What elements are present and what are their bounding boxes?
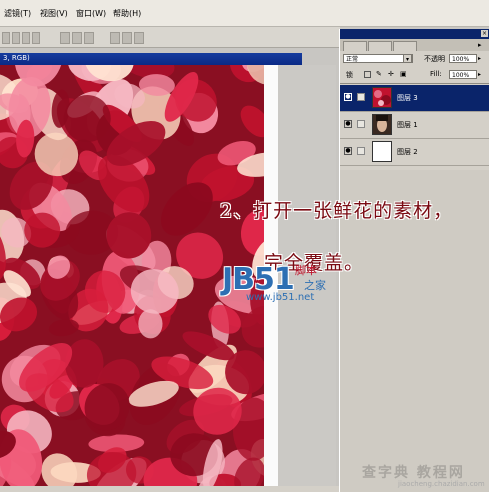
lock-all-icon[interactable]: ▣ bbox=[400, 71, 407, 78]
align-icon[interactable] bbox=[22, 32, 30, 44]
layer-thumbnail bbox=[372, 114, 392, 135]
opacity-label: 不透明 bbox=[424, 55, 445, 63]
distribute-icon[interactable] bbox=[134, 32, 144, 44]
fill-field[interactable]: 100% bbox=[449, 70, 477, 79]
tool-options-bar bbox=[0, 27, 340, 48]
lock-paint-icon[interactable]: ✎ bbox=[376, 71, 383, 78]
menu-window[interactable]: 窗口(W) bbox=[76, 8, 106, 19]
eye-icon[interactable]: ● bbox=[344, 93, 352, 101]
lock-transparency-icon[interactable] bbox=[364, 71, 371, 78]
align-icon[interactable] bbox=[12, 32, 20, 44]
layer-row-2[interactable]: ● 图层 2 bbox=[340, 139, 489, 166]
align-icon[interactable] bbox=[2, 32, 10, 44]
menu-help[interactable]: 帮助(H) bbox=[113, 8, 141, 19]
distribute-icon[interactable] bbox=[122, 32, 132, 44]
lock-move-icon[interactable]: ✛ bbox=[388, 71, 395, 78]
close-icon[interactable]: × bbox=[481, 30, 488, 37]
opacity-field[interactable]: 100% bbox=[449, 54, 477, 63]
distribute-icon[interactable] bbox=[84, 32, 94, 44]
distribute-icon[interactable] bbox=[60, 32, 70, 44]
chevron-right-icon[interactable]: ▸ bbox=[478, 71, 481, 78]
panel-tabs: ▸ bbox=[340, 39, 489, 51]
layer-thumbnail bbox=[372, 87, 392, 108]
tutorial-text-line1: 2、打开一张鲜花的素材， bbox=[220, 200, 454, 222]
panel-title-bar[interactable]: × bbox=[340, 29, 489, 39]
chevron-down-icon[interactable]: ▾ bbox=[403, 54, 412, 63]
tab-paths[interactable] bbox=[393, 41, 417, 51]
rose-petal bbox=[240, 105, 264, 138]
menu-view[interactable]: 视图(V) bbox=[40, 8, 68, 19]
panel-menu-icon[interactable]: ▸ bbox=[478, 41, 486, 49]
fill-label: Fill: bbox=[430, 70, 442, 78]
link-icon[interactable] bbox=[357, 120, 365, 128]
watermark-bottom-url: jiaocheng.chazidian.com bbox=[398, 480, 485, 488]
watermark-url: www.jb51.net bbox=[246, 292, 315, 303]
document-title-bar[interactable]: 3, RGB) bbox=[0, 53, 302, 65]
document-title: 3, RGB) bbox=[3, 54, 30, 62]
watermark-sub1: 脚本 bbox=[295, 264, 317, 277]
divider bbox=[340, 83, 489, 84]
menu-bar: 滤镜(T) 视图(V) 窗口(W) 帮助(H) bbox=[0, 0, 489, 27]
align-icon[interactable] bbox=[32, 32, 40, 44]
tab-layers[interactable] bbox=[343, 41, 367, 51]
layer-name: 图层 2 bbox=[397, 148, 418, 156]
status-bar bbox=[0, 486, 339, 492]
eye-icon[interactable]: ● bbox=[344, 120, 352, 128]
distribute-icon[interactable] bbox=[72, 32, 82, 44]
watermark-sub2: 之家 bbox=[304, 279, 326, 292]
chevron-right-icon[interactable]: ▸ bbox=[478, 55, 481, 62]
layer-name: 图层 3 bbox=[397, 94, 418, 102]
watermark-bottom: 查字典 教程网 bbox=[362, 465, 465, 481]
rose-petal bbox=[86, 452, 137, 486]
layer-name: 图层 1 bbox=[397, 121, 418, 129]
menu-filter[interactable]: 滤镜(T) bbox=[4, 8, 31, 19]
distribute-icon[interactable] bbox=[110, 32, 120, 44]
brush-icon[interactable] bbox=[357, 93, 365, 101]
lock-label: 锁 bbox=[346, 71, 353, 79]
tab-channels[interactable] bbox=[368, 41, 392, 51]
eye-icon[interactable]: ● bbox=[344, 147, 352, 155]
layer-thumbnail bbox=[372, 141, 392, 162]
layer-row-3[interactable]: ● 图层 3 bbox=[340, 85, 489, 112]
layer-row-1[interactable]: ● 图层 1 bbox=[340, 112, 489, 139]
link-icon[interactable] bbox=[357, 147, 365, 155]
